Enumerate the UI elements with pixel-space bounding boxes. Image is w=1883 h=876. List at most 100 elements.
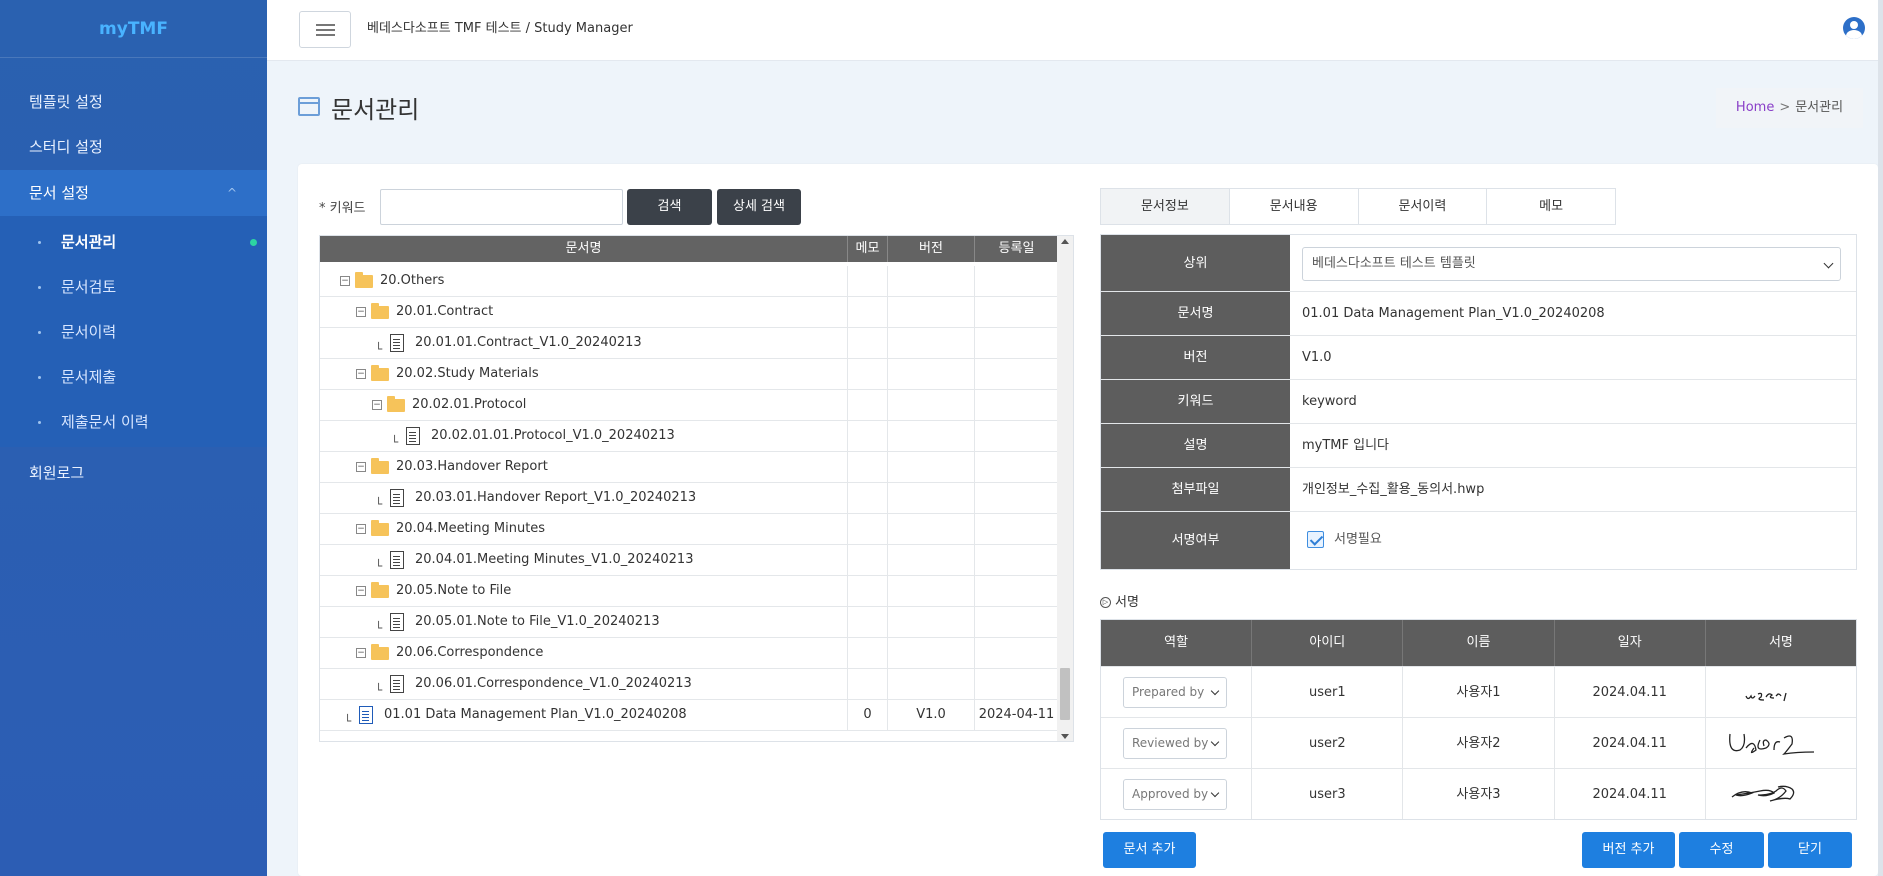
sign-required-checkbox[interactable] [1307, 531, 1324, 548]
sign-date: 2024.04.11 [1555, 718, 1706, 768]
col-name: 이름 [1403, 620, 1555, 666]
tree-folder-row[interactable]: − 20.06.Correspondence [320, 638, 1058, 669]
breadcrumb-home-link[interactable]: Home [1736, 100, 1774, 115]
document-icon [390, 551, 404, 569]
tab-memo[interactable]: 메모 [1487, 189, 1615, 224]
add-version-button[interactable]: 버전 추가 [1582, 832, 1675, 868]
role-select-value: Approved by [1132, 787, 1209, 801]
tree-item-label: 20.02.01.01.Protocol_V1.0_20240213 [431, 428, 675, 443]
tree-item-label: 20.04.01.Meeting Minutes_V1.0_20240213 [415, 552, 694, 567]
version-cell [888, 607, 975, 637]
collapse-toggle-icon[interactable]: − [356, 307, 366, 317]
tree-document-row[interactable]: └ 20.06.01.Correspondence_V1.0_20240213 [320, 669, 1058, 700]
sign-date: 2024.04.11 [1555, 769, 1706, 819]
collapse-toggle-icon[interactable]: − [356, 369, 366, 379]
parent-select[interactable]: 베데스다소프트 테스트 템플릿 [1302, 247, 1841, 281]
tree-document-row[interactable]: └ 20.02.01.01.Protocol_V1.0_20240213 [320, 421, 1058, 452]
tree-scrollbar[interactable] [1057, 236, 1073, 741]
tree-document-row[interactable]: └ 20.05.01.Note to File_V1.0_20240213 [320, 607, 1058, 638]
chevron-right-icon: > [1779, 100, 1791, 115]
col-memo: 메모 [848, 236, 888, 262]
sidebar-subitem-submitted-history[interactable]: 제출문서 이력 [0, 400, 267, 445]
signature-image [1731, 785, 1795, 802]
keyword-input[interactable] [380, 189, 623, 225]
sidebar-item-template-settings[interactable]: 템플릿 설정 [0, 80, 267, 125]
scroll-down-icon[interactable] [1061, 734, 1069, 739]
collapse-toggle-icon[interactable]: − [356, 524, 366, 534]
memo-cell [848, 359, 888, 389]
tree-folder-row[interactable]: − 20.05.Note to File [320, 576, 1058, 607]
tree-document-row[interactable]: └ 20.03.01.Handover Report_V1.0_20240213 [320, 483, 1058, 514]
tab-document-content[interactable]: 문서내용 [1229, 189, 1359, 224]
tree-folder-row[interactable]: − 20.02.01.Protocol [320, 390, 1058, 421]
description-value: myTMF 입니다 [1302, 438, 1390, 453]
signature-row: Prepared by user1 사용자1 2024.04.11 [1101, 666, 1856, 717]
memo-cell [848, 545, 888, 575]
tree-item-label: 20.04.Meeting Minutes [396, 521, 546, 536]
signer-name: 사용자2 [1403, 718, 1555, 768]
tree-folder-row[interactable]: − 20.04.Meeting Minutes [320, 514, 1058, 545]
sidebar-subitem-document-history[interactable]: 문서이력 [0, 310, 267, 355]
sidebar-item-member-log[interactable]: 회원로그 [0, 451, 267, 496]
scroll-up-icon[interactable] [1061, 239, 1069, 244]
keyword-label: * 키워드 [319, 201, 366, 216]
sidebar-subitem-document-submit[interactable]: 문서제출 [0, 355, 267, 400]
date-cell [975, 607, 1058, 637]
date-cell [975, 576, 1058, 606]
tree-folder-row[interactable]: − 20.Others [320, 266, 1058, 297]
tree-document-row[interactable]: └ 01.01 Data Management Plan_V1.0_2024020… [320, 700, 1058, 731]
tree-name-cell: └ 20.02.01.01.Protocol_V1.0_20240213 [320, 421, 848, 451]
sidebar-item-document-settings[interactable]: 문서 설정 ^ [0, 170, 267, 216]
tree-document-row[interactable]: └ 20.01.01.Contract_V1.0_20240213 [320, 328, 1058, 359]
date-cell [975, 514, 1058, 544]
active-dot-icon [250, 239, 257, 246]
signature-row: Approved by user3 사용자3 2024.04.11 [1101, 768, 1856, 819]
memo-cell: 0 [848, 700, 888, 730]
add-document-button[interactable]: 문서 추가 [1103, 832, 1196, 868]
scroll-thumb[interactable] [1060, 668, 1070, 720]
name-label: 문서명 [1101, 292, 1290, 335]
edit-button[interactable]: 수정 [1679, 832, 1764, 868]
tab-document-history[interactable]: 문서이력 [1358, 189, 1488, 224]
sidebar-item-label: 문서 설정 [29, 184, 89, 202]
tree-document-row[interactable]: └ 20.04.01.Meeting Minutes_V1.0_20240213 [320, 545, 1058, 576]
advanced-search-button[interactable]: 상세 검색 [717, 189, 801, 225]
search-button[interactable]: 검색 [627, 189, 712, 225]
role-select[interactable]: Approved by [1123, 779, 1227, 810]
collapse-toggle-icon[interactable]: − [340, 276, 350, 286]
parent-label: 상위 [1101, 235, 1290, 291]
role-select[interactable]: Reviewed by [1123, 728, 1227, 759]
tree-folder-row[interactable]: − 20.01.Contract [320, 297, 1058, 328]
col-id: 아이디 [1252, 620, 1404, 666]
memo-cell [848, 266, 888, 296]
attachment-label: 첨부파일 [1101, 468, 1290, 511]
date-cell [975, 483, 1058, 513]
brand-logo[interactable]: myTMF [0, 0, 267, 58]
version-cell [888, 638, 975, 668]
menu-toggle-button[interactable] [299, 11, 351, 48]
collapse-toggle-icon[interactable]: − [356, 648, 366, 658]
collapse-toggle-icon[interactable]: − [356, 586, 366, 596]
tree-name-cell: − 20.03.Handover Report [320, 452, 848, 482]
tree-folder-row[interactable]: − 20.03.Handover Report [320, 452, 1058, 483]
tab-document-info[interactable]: 문서정보 [1101, 189, 1230, 224]
close-button[interactable]: 닫기 [1768, 832, 1852, 868]
collapse-toggle-icon[interactable]: − [372, 400, 382, 410]
tree-folder-row[interactable]: − 20.02.Study Materials [320, 359, 1058, 390]
date-cell [975, 297, 1058, 327]
tree-name-cell: − 20.01.Contract [320, 297, 848, 327]
sidebar-subitem-document-management[interactable]: 문서관리 [0, 220, 267, 265]
role-select[interactable]: Prepared by [1123, 677, 1227, 708]
chevron-down-icon [1210, 788, 1220, 798]
user-avatar-icon[interactable] [1843, 17, 1865, 39]
collapse-toggle-icon[interactable]: − [356, 462, 366, 472]
sidebar-subitem-document-review[interactable]: 문서검토 [0, 265, 267, 310]
memo-cell [848, 638, 888, 668]
attachment-link[interactable]: 개인정보_수집_활용_동의서.hwp [1290, 468, 1856, 511]
tree-item-label: 20.03.01.Handover Report_V1.0_20240213 [415, 490, 697, 505]
signature-image [1728, 733, 1814, 755]
folder-icon [371, 644, 389, 660]
window-icon [298, 97, 320, 116]
keyword-value: keyword [1302, 394, 1357, 409]
sidebar-item-study-settings[interactable]: 스터디 설정 [0, 125, 267, 170]
